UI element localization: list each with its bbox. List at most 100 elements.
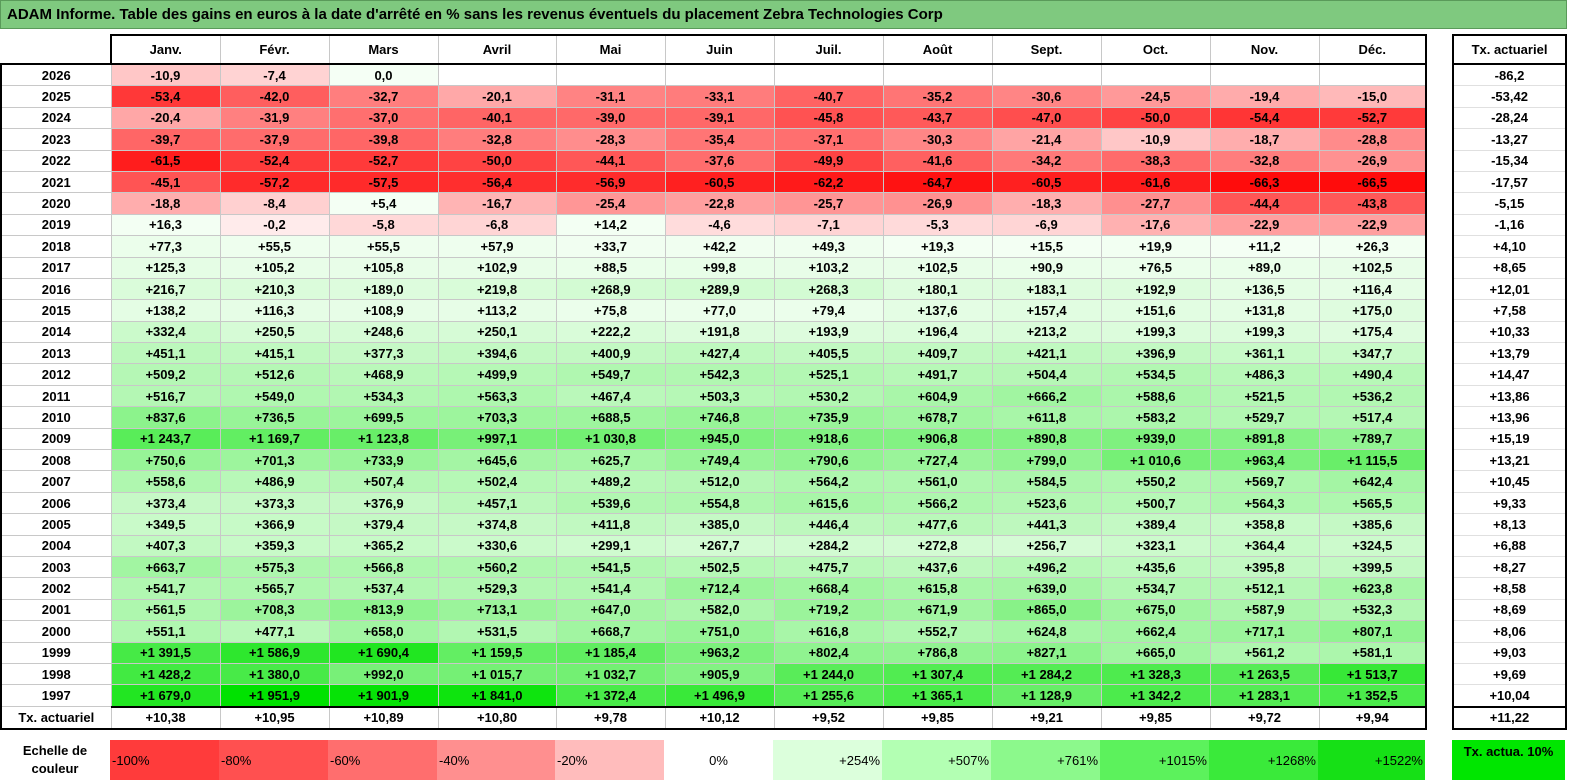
- value-cell: -7,1: [773, 213, 884, 237]
- footer-value: +9,94: [1318, 705, 1427, 731]
- value-cell: -32,8: [1209, 149, 1320, 172]
- value-cell: -44,1: [555, 149, 666, 172]
- value-cell: +376,9: [328, 491, 439, 515]
- value-cell: +332,4: [110, 320, 221, 344]
- value-cell: +554,8: [664, 491, 775, 515]
- value-cell: +727,4: [882, 449, 993, 472]
- year-cell: 2010: [0, 406, 112, 429]
- value-cell: +1 352,5: [1318, 684, 1427, 708]
- value-cell: +427,4: [664, 342, 775, 365]
- value-cell: +507,4: [328, 470, 439, 493]
- value-cell: +1 030,8: [555, 427, 666, 451]
- legend-swatch: -100%: [110, 740, 219, 780]
- rate-cell: -13,27: [1452, 128, 1567, 151]
- rate-cell: -15,34: [1452, 150, 1567, 172]
- value-cell: +374,8: [437, 513, 557, 536]
- footer-value: +9,85: [1100, 705, 1211, 731]
- value-cell: -66,3: [1209, 170, 1320, 194]
- value-cell: -25,4: [555, 192, 666, 215]
- footer-rate: +11,22: [1452, 705, 1567, 731]
- table-row: 2012 +509,2 +512,6 +468,9 +499,9 +549,7 +542,3…: [0, 363, 1427, 386]
- footer-value: +10,38: [110, 705, 221, 731]
- month-header: Sept.: [991, 34, 1102, 65]
- value-cell: +102,5: [882, 256, 993, 279]
- value-cell: +489,2: [555, 470, 666, 493]
- year-cell: 2000: [0, 620, 112, 643]
- value-cell: [1100, 63, 1211, 87]
- value-cell: +180,1: [882, 277, 993, 301]
- value-cell: -37,9: [219, 128, 330, 151]
- actuarial-rate-column: Tx. actuariel -86,2 -53,42 -28,24 -13,27 -15,…: [1452, 34, 1567, 731]
- value-cell: -38,3: [1100, 149, 1211, 172]
- value-cell: -40,1: [437, 106, 557, 130]
- month-header: Déc.: [1318, 34, 1427, 65]
- value-cell: +750,6: [110, 449, 221, 472]
- table-row: 2006 +373,4 +373,3 +376,9 +457,1 +539,6 +554,8…: [0, 491, 1427, 515]
- value-cell: -6,8: [437, 213, 557, 237]
- value-cell: -50,0: [1100, 106, 1211, 130]
- table-row: 2010 +837,6 +736,5 +699,5 +703,3 +688,5 +746,8…: [0, 406, 1427, 429]
- value-cell: +1 032,7: [555, 662, 666, 686]
- value-cell: +33,7: [555, 235, 666, 258]
- value-cell: +1 513,7: [1318, 662, 1427, 686]
- value-cell: -7,4: [219, 63, 330, 87]
- value-cell: -31,1: [555, 85, 666, 108]
- value-cell: +561,5: [110, 598, 221, 622]
- rate-cell: +15,19: [1452, 428, 1567, 451]
- value-cell: +642,4: [1318, 470, 1427, 493]
- value-cell: +699,5: [328, 406, 439, 429]
- footer-value: +10,12: [664, 705, 775, 731]
- value-cell: -42,0: [219, 85, 330, 108]
- value-cell: +799,0: [991, 449, 1102, 472]
- value-cell: +138,2: [110, 299, 221, 322]
- value-cell: +499,9: [437, 363, 557, 386]
- value-cell: +435,6: [1100, 555, 1211, 579]
- value-cell: +717,1: [1209, 620, 1320, 643]
- value-cell: +623,8: [1318, 577, 1427, 600]
- value-cell: -10,9: [1100, 128, 1211, 151]
- month-header: Août: [882, 34, 993, 65]
- value-cell: [437, 63, 557, 87]
- value-cell: -52,7: [1318, 106, 1427, 130]
- table-row: 2002 +541,7 +565,7 +537,4 +529,3 +541,4 +712,4…: [0, 577, 1427, 600]
- value-cell: +560,2: [437, 555, 557, 579]
- value-cell: +541,5: [555, 555, 666, 579]
- value-cell: +193,9: [773, 320, 884, 344]
- month-header: Avril: [437, 34, 557, 65]
- value-cell: +675,0: [1100, 598, 1211, 622]
- rate-cell: -86,2: [1452, 64, 1567, 87]
- value-cell: +736,5: [219, 406, 330, 429]
- value-cell: +79,4: [773, 299, 884, 322]
- table-row: 2000 +551,1 +477,1 +658,0 +531,5 +668,7 +751,0…: [0, 620, 1427, 643]
- month-header: Mars: [328, 34, 439, 65]
- value-cell: +1 496,9: [664, 684, 775, 708]
- value-cell: +365,2: [328, 534, 439, 557]
- footer-value: +9,72: [1209, 705, 1320, 731]
- header-corner: [1, 35, 112, 65]
- value-cell: +1 690,4: [328, 641, 439, 664]
- value-cell: +256,7: [991, 534, 1102, 557]
- value-cell: -15,0: [1318, 85, 1427, 108]
- rate-cell: -5,15: [1452, 192, 1567, 215]
- value-cell: +19,3: [882, 235, 993, 258]
- table-row: 2013 +451,1 +415,1 +377,3 +394,6 +400,9 +427,4…: [0, 342, 1427, 365]
- value-cell: +248,6: [328, 320, 439, 344]
- footer-label: Tx. actuariel: [0, 706, 112, 731]
- value-cell: -45,1: [110, 170, 221, 194]
- value-cell: +475,7: [773, 555, 884, 579]
- table-row: 2001 +561,5 +708,3 +813,9 +713,1 +647,0 +582,0…: [0, 598, 1427, 622]
- value-cell: +688,5: [555, 406, 666, 429]
- value-cell: +373,3: [219, 491, 330, 515]
- value-cell: +1 342,2: [1100, 684, 1211, 708]
- value-cell: +183,1: [991, 277, 1102, 301]
- value-cell: +1 255,6: [773, 684, 884, 708]
- year-cell: 2022: [0, 149, 112, 172]
- value-cell: +385,0: [664, 513, 775, 536]
- value-cell: +1 391,5: [110, 641, 221, 664]
- value-cell: -44,4: [1209, 192, 1320, 215]
- year-cell: 2005: [0, 513, 112, 536]
- rate-cell: -1,16: [1452, 214, 1567, 237]
- value-cell: +284,2: [773, 534, 884, 557]
- value-cell: +361,1: [1209, 342, 1320, 365]
- value-cell: +561,0: [882, 470, 993, 493]
